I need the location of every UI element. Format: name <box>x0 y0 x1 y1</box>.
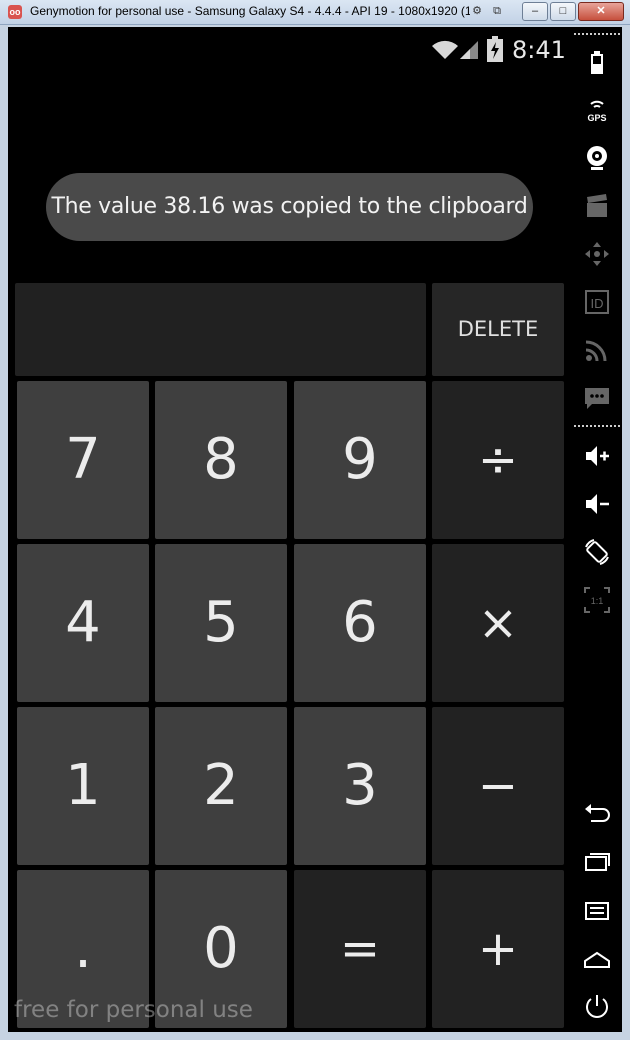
svg-text:1:1: 1:1 <box>591 596 604 606</box>
toolbar-divider <box>574 33 620 35</box>
menu-icon[interactable] <box>582 895 612 925</box>
close-button[interactable]: ✕ <box>578 2 624 21</box>
genymotion-app-icon: oo <box>8 5 22 19</box>
clipboard-toast: The value 38.16 was copied to the clipbo… <box>46 173 533 241</box>
status-time: 8:41 <box>512 36 566 64</box>
key-3[interactable]: 3 <box>294 707 426 865</box>
screenshot-icon[interactable]: ⧉ <box>490 4 504 18</box>
maximize-button[interactable]: □ <box>550 2 576 21</box>
key-6[interactable]: 6 <box>294 544 426 702</box>
volume-up-icon[interactable] <box>582 441 612 471</box>
genymotion-toolbar: GPS ID 1:1 <box>572 27 622 1032</box>
back-icon[interactable] <box>582 799 612 829</box>
personal-use-watermark: free for personal use <box>14 997 253 1023</box>
key-7[interactable]: 7 <box>17 381 149 539</box>
signal-icon <box>458 38 480 60</box>
pixel-perfect-icon[interactable]: 1:1 <box>582 585 612 615</box>
key-2[interactable]: 2 <box>155 707 287 865</box>
sms-icon[interactable] <box>582 383 612 413</box>
window-title: Genymotion for personal use - Samsung Ga… <box>30 4 470 18</box>
key-5[interactable]: 5 <box>155 544 287 702</box>
key-1[interactable]: 1 <box>17 707 149 865</box>
wifi-icon <box>430 38 460 60</box>
gps-icon[interactable]: GPS <box>582 95 612 125</box>
minimize-button[interactable]: – <box>522 2 548 21</box>
settings-icon[interactable]: ⚙ <box>470 4 484 18</box>
rotate-icon[interactable] <box>582 537 612 567</box>
recent-apps-icon[interactable] <box>582 847 612 877</box>
delete-button[interactable]: DELETE <box>432 283 564 376</box>
clapperboard-icon[interactable] <box>582 191 612 221</box>
cast-icon[interactable] <box>582 335 612 365</box>
calculator-display[interactable] <box>15 283 426 376</box>
home-icon[interactable] <box>582 943 612 973</box>
window-titlebar: oo Genymotion for personal use - Samsung… <box>0 0 630 25</box>
dpad-icon[interactable] <box>582 239 612 269</box>
svg-text:GPS: GPS <box>587 113 606 123</box>
equals-button[interactable]: = <box>294 870 426 1028</box>
id-icon[interactable]: ID <box>582 287 612 317</box>
status-bar: 8:41 <box>8 27 572 69</box>
svg-text:ID: ID <box>591 296 604 311</box>
divide-button[interactable]: ÷ <box>432 381 564 539</box>
battery-icon[interactable] <box>582 47 612 77</box>
battery-charging-icon <box>487 36 503 62</box>
key-4[interactable]: 4 <box>17 544 149 702</box>
device-screen: 8:41 The value 38.16 was copied to the c… <box>8 27 572 1032</box>
add-button[interactable]: + <box>432 870 564 1028</box>
subtract-button[interactable]: − <box>432 707 564 865</box>
key-9[interactable]: 9 <box>294 381 426 539</box>
key-8[interactable]: 8 <box>155 381 287 539</box>
multiply-button[interactable]: × <box>432 544 564 702</box>
webcam-icon[interactable] <box>582 143 612 173</box>
power-icon[interactable] <box>582 991 612 1021</box>
volume-down-icon[interactable] <box>582 489 612 519</box>
toolbar-divider <box>574 425 620 427</box>
